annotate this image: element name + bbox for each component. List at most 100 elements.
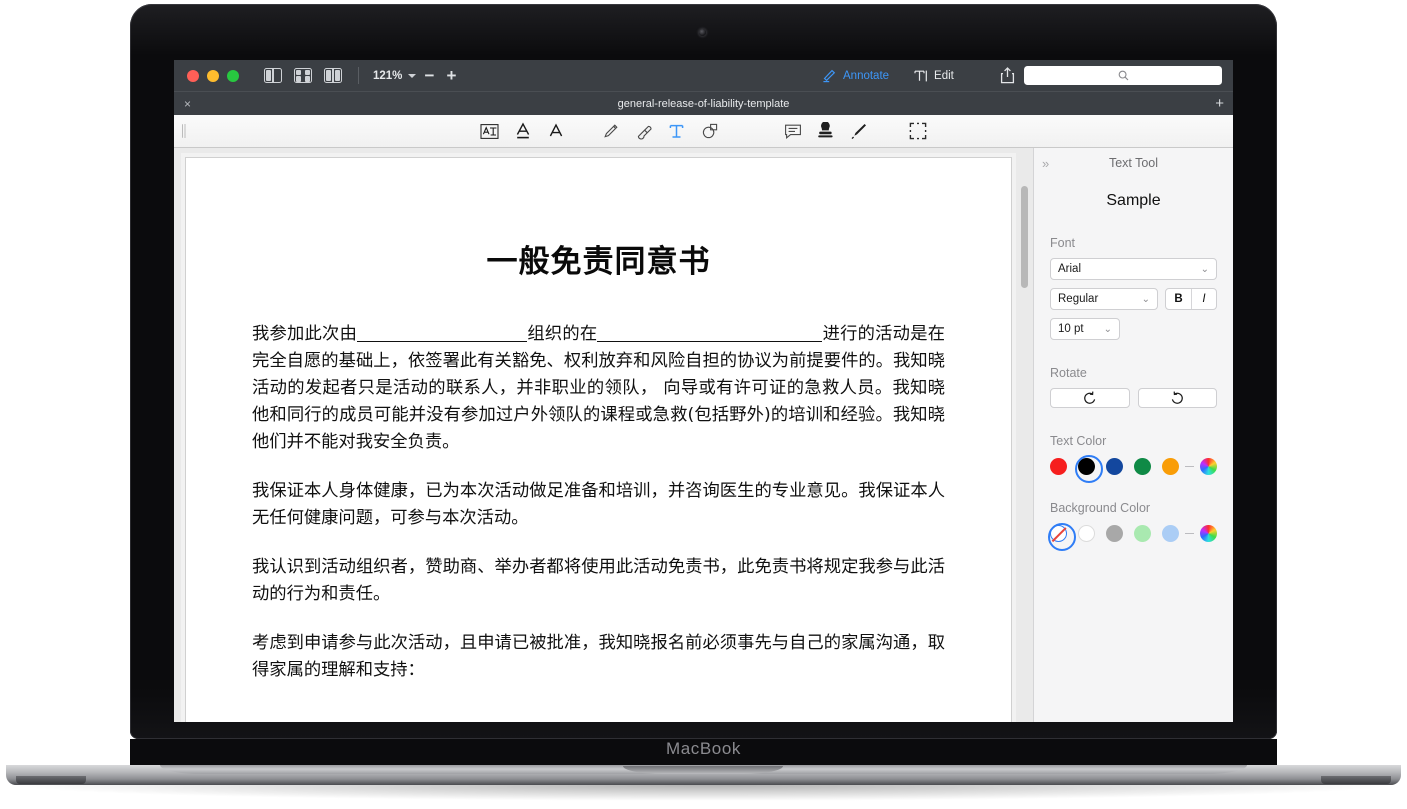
macbook-brand-label: MacBook bbox=[665, 739, 742, 758]
maximize-window-button[interactable] bbox=[227, 69, 239, 82]
background-color-gray[interactable] bbox=[1106, 525, 1123, 542]
rotate-counterclockwise-button[interactable] bbox=[1050, 388, 1130, 408]
pen-nib-icon bbox=[823, 69, 836, 82]
zoom-level-label[interactable]: 121% bbox=[373, 70, 402, 82]
edit-mode-button[interactable]: Edit bbox=[913, 69, 954, 83]
font-size-row: 10 pt ⌄ bbox=[1050, 318, 1217, 340]
text-color-green[interactable] bbox=[1134, 458, 1151, 475]
background-color-swatches bbox=[1047, 522, 1217, 551]
document-body: 我参加此次由 组织的在 进行的活动是在完全自愿的基础上，依签署此有关豁免、权利放弃和… bbox=[252, 321, 945, 684]
annotation-toolbar bbox=[174, 115, 1233, 148]
pencil-icon[interactable] bbox=[594, 115, 627, 148]
macbook-foot-right bbox=[1321, 776, 1391, 784]
font-style-row: Regular ⌄ B I bbox=[1050, 288, 1217, 310]
font-style-value: Regular bbox=[1058, 293, 1099, 305]
text-color-wheel-icon[interactable] bbox=[1200, 458, 1217, 475]
background-color-light-green[interactable] bbox=[1134, 525, 1151, 542]
webcam-icon bbox=[699, 29, 706, 36]
crop-selection-icon[interactable] bbox=[901, 115, 934, 148]
share-icon[interactable] bbox=[1000, 67, 1015, 84]
annotation-tool-buttons bbox=[473, 115, 934, 148]
toolbar-drag-handle[interactable] bbox=[182, 124, 187, 138]
close-tab-button[interactable]: × bbox=[184, 98, 191, 110]
view-mode-buttons bbox=[264, 68, 342, 83]
paragraph: 我保证本人身体健康，已为本次活动做足准备和培训，并咨询医生的专业意见。我保证本人… bbox=[252, 481, 945, 528]
fill-in-blank[interactable] bbox=[597, 324, 823, 342]
paragraph-text-b: 组织的在 bbox=[527, 324, 598, 344]
document-viewport[interactable]: 一般免责同意书 我参加此次由 组织的在 进行的活动是在完全自愿的基础上，依签署此有关… bbox=[174, 148, 1033, 722]
contact-sheet-view-icon[interactable] bbox=[324, 68, 342, 83]
font-family-select[interactable]: Arial ⌄ bbox=[1050, 258, 1217, 280]
preview-app-window: 121% − + Annotate Edit × general-release… bbox=[174, 60, 1233, 722]
text-style-icon[interactable] bbox=[539, 115, 572, 148]
signature-pen-icon[interactable] bbox=[842, 115, 875, 148]
text-color-red[interactable] bbox=[1050, 458, 1067, 475]
font-size-value: 10 pt bbox=[1058, 323, 1084, 335]
text-tool-icon[interactable] bbox=[660, 115, 693, 148]
fill-in-blank[interactable] bbox=[357, 324, 528, 342]
new-tab-button[interactable]: + bbox=[1215, 96, 1224, 111]
font-family-row: Arial ⌄ bbox=[1050, 258, 1217, 280]
macbook-drop-shadow bbox=[6, 785, 1401, 801]
paragraph: 我认识到活动组织者，赞助商、举办者都将使用此活动免责书，此免责书将规定我参与此活… bbox=[252, 557, 945, 604]
rotate-buttons bbox=[1050, 388, 1217, 408]
thumbnail-grid-view-icon[interactable] bbox=[294, 68, 312, 83]
chevron-down-icon: ⌄ bbox=[1200, 263, 1209, 275]
background-color-none[interactable] bbox=[1047, 522, 1076, 551]
chevron-double-right-icon[interactable]: » bbox=[1042, 156, 1049, 171]
text-cursor-icon bbox=[914, 70, 927, 81]
sidebar-view-icon[interactable] bbox=[264, 68, 282, 83]
color-connector-line bbox=[1185, 532, 1194, 535]
scrollbar-thumb[interactable] bbox=[1021, 186, 1028, 288]
comment-note-icon[interactable] bbox=[776, 115, 809, 148]
chevron-down-icon[interactable] bbox=[408, 73, 417, 78]
zoom-out-button[interactable]: − bbox=[420, 67, 438, 84]
document-area: 一般免责同意书 我参加此次由 组织的在 进行的活动是在完全自愿的基础上，依签署此有关… bbox=[174, 148, 1233, 722]
sample-preview-text: Sample bbox=[1106, 192, 1161, 209]
document-scrollbar[interactable] bbox=[1019, 148, 1030, 722]
text-color-blue[interactable] bbox=[1106, 458, 1123, 475]
zoom-in-button[interactable]: + bbox=[442, 67, 460, 84]
document-title: 一般免责同意书 bbox=[486, 244, 711, 280]
tab-title[interactable]: general-release-of-liability-template bbox=[174, 98, 1233, 110]
text-color-label: Text Color bbox=[1050, 434, 1107, 448]
ocr-text-recognition-icon[interactable] bbox=[473, 115, 506, 148]
text-color-black[interactable] bbox=[1074, 454, 1103, 483]
chevron-down-icon: ⌄ bbox=[1103, 323, 1112, 335]
chevron-down-icon: ⌄ bbox=[1141, 293, 1150, 305]
bold-button[interactable]: B bbox=[1166, 289, 1191, 309]
zoom-control: 121% − + bbox=[373, 67, 460, 84]
document-page: 一般免责同意书 我参加此次由 组织的在 进行的活动是在完全自愿的基础上，依签署此有关… bbox=[185, 157, 1012, 722]
paragraph-text-a: 我参加此次由 bbox=[252, 324, 358, 344]
background-color-wheel-icon[interactable] bbox=[1200, 525, 1217, 542]
mode-toggle-group: Annotate Edit bbox=[822, 60, 954, 91]
background-color-white[interactable] bbox=[1078, 525, 1095, 542]
toolbar-divider bbox=[358, 67, 359, 84]
text-tool-panel: » Text Tool Sample Font Arial ⌄ Regular bbox=[1033, 148, 1233, 722]
window-titlebar: 121% − + Annotate Edit bbox=[174, 60, 1233, 91]
edit-mode-label: Edit bbox=[934, 69, 954, 82]
italic-button[interactable]: I bbox=[1190, 289, 1216, 309]
minimize-window-button[interactable] bbox=[207, 69, 219, 82]
shapes-icon[interactable] bbox=[693, 115, 726, 148]
font-style-select[interactable]: Regular ⌄ bbox=[1050, 288, 1158, 310]
rotate-clockwise-icon bbox=[1172, 391, 1184, 404]
annotate-mode-label: Annotate bbox=[843, 69, 890, 82]
stamp-icon[interactable] bbox=[809, 115, 842, 148]
background-color-label: Background Color bbox=[1050, 501, 1151, 515]
annotate-mode-button[interactable]: Annotate bbox=[822, 69, 889, 83]
background-color-light-blue[interactable] bbox=[1162, 525, 1179, 542]
bold-italic-group: B I bbox=[1165, 288, 1217, 310]
search-field[interactable] bbox=[1024, 66, 1222, 85]
font-size-select[interactable]: 10 pt ⌄ bbox=[1050, 318, 1120, 340]
eraser-icon[interactable] bbox=[627, 115, 660, 148]
paragraph: 我参加此次由 组织的在 进行的活动是在完全自愿的基础上，依签署此有关豁免、权利放弃和… bbox=[252, 321, 945, 456]
rotate-clockwise-button[interactable] bbox=[1137, 388, 1217, 408]
color-connector-line bbox=[1185, 465, 1194, 468]
text-color-orange[interactable] bbox=[1162, 458, 1179, 475]
underline-text-icon[interactable] bbox=[506, 115, 539, 148]
close-window-button[interactable] bbox=[187, 69, 199, 82]
search-icon bbox=[1118, 70, 1128, 81]
screen: 121% − + Annotate Edit × general-release… bbox=[174, 60, 1233, 722]
macbook-base-notch bbox=[623, 766, 783, 774]
